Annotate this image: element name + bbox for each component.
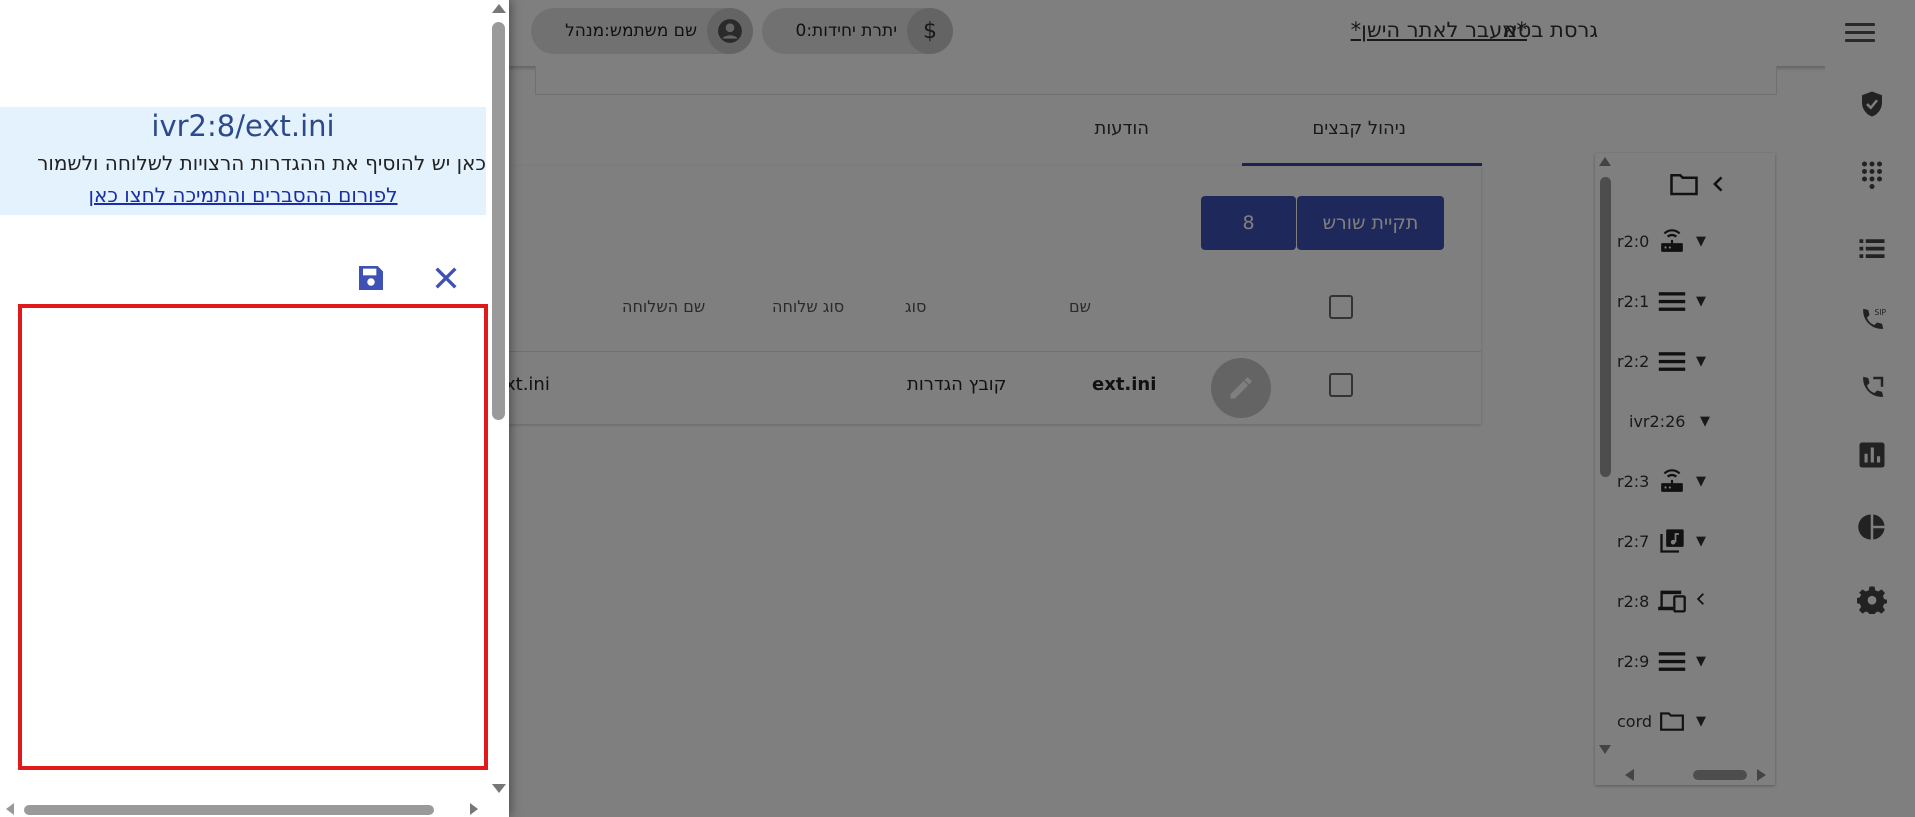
file-description: כאן יש להוסיף את ההגדרות הרצויות לשלוחה … (37, 151, 486, 175)
scroll-up-arrow-icon[interactable] (492, 4, 506, 13)
drawer-horizontal-scrollbar[interactable] (0, 800, 488, 817)
scroll-left-arrow-icon[interactable] (6, 803, 14, 815)
close-button[interactable] (430, 262, 464, 296)
save-icon (359, 266, 383, 290)
file-content-editor[interactable] (18, 304, 488, 770)
close-icon (435, 267, 457, 289)
drawer-vertical-scrollbar[interactable] (488, 0, 509, 800)
scroll-right-arrow-icon[interactable] (470, 803, 478, 815)
drawer-horizontal-scroll-thumb[interactable] (24, 805, 434, 815)
scroll-down-arrow-icon[interactable] (492, 784, 506, 793)
drawer-vertical-scroll-thumb[interactable] (492, 22, 505, 420)
file-info-box: ivr2:8/ext.ini כאן יש להוסיף את ההגדרות … (0, 107, 486, 215)
forum-link[interactable]: לפורום ההסברים והתמיכה לחצו כאן (0, 183, 486, 207)
file-editor-drawer: ivr2:8/ext.ini כאן יש להוסיף את ההגדרות … (0, 0, 509, 817)
app-root: גרסת בטא *מעבר לאתר הישן* $ יתרת יחידות:… (0, 0, 1915, 817)
file-title: ivr2:8/ext.ini (151, 109, 335, 143)
save-button[interactable] (355, 262, 389, 296)
